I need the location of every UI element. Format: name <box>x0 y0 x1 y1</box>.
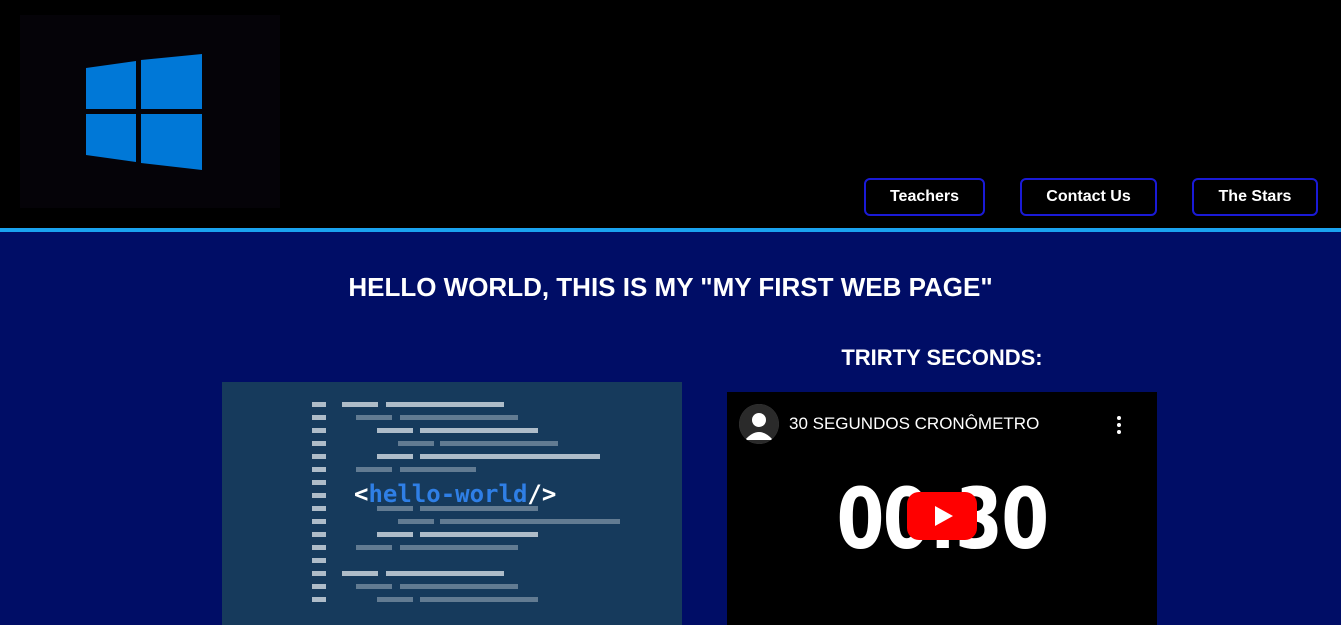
hello-world-code-image: <hello-world/> <box>222 382 682 625</box>
video-player[interactable]: 30 SEGUNDOS CRONÔMETRO 00:30 <box>727 392 1157 625</box>
play-button-icon[interactable] <box>907 492 977 540</box>
code-close-bracket: /> <box>527 480 556 508</box>
video-title[interactable]: 30 SEGUNDOS CRONÔMETRO <box>789 414 1039 434</box>
channel-avatar[interactable] <box>739 404 779 444</box>
svg-text:<hello-world/>: <hello-world/> <box>354 480 556 508</box>
user-icon <box>739 404 779 444</box>
site-header: Teachers Contact Us The Stars <box>0 0 1341 228</box>
more-options-icon[interactable] <box>1111 414 1127 436</box>
nav-the-stars-button[interactable]: The Stars <box>1192 178 1318 216</box>
page-title: HELLO WORLD, THIS IS MY "MY FIRST WEB PA… <box>348 272 993 302</box>
logo-container <box>20 15 280 208</box>
code-word: hello-world <box>368 480 527 508</box>
nav-teachers-button[interactable]: Teachers <box>864 178 985 216</box>
nav-contact-us-button[interactable]: Contact Us <box>1020 178 1157 216</box>
code-open-bracket: < <box>354 480 368 508</box>
main-content: HELLO WORLD, THIS IS MY "MY FIRST WEB PA… <box>0 232 1341 625</box>
windows-logo-icon <box>86 54 202 170</box>
video-heading: TRIRTY SECONDS: <box>841 345 1043 370</box>
